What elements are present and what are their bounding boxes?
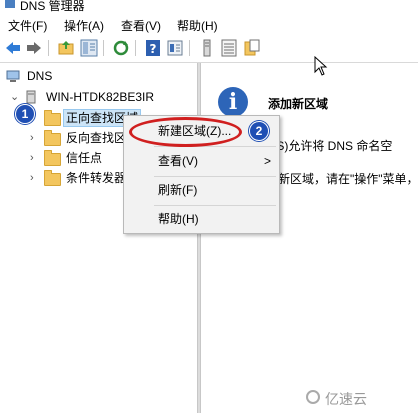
menu-action[interactable]: 操作(A): [64, 17, 104, 34]
back-icon[interactable]: [4, 39, 22, 57]
dns-app-icon: [5, 0, 15, 8]
export-icon[interactable]: [243, 39, 261, 57]
folder-icon: [44, 170, 61, 186]
menu-help[interactable]: 帮助(H): [177, 17, 218, 34]
tree-label-trust-points: 信任点: [66, 151, 103, 165]
folder-icon: [44, 150, 61, 166]
show-tree-icon[interactable]: [80, 39, 98, 57]
properties-icon[interactable]: [166, 39, 184, 57]
help-icon[interactable]: ?: [144, 39, 162, 57]
tree-label-server: WIN-HTDK82BE3IR: [46, 90, 155, 104]
svg-text:?: ?: [150, 42, 157, 56]
detail-heading: 添加新区域: [268, 97, 329, 111]
ctx-refresh[interactable]: 刷新(F): [124, 179, 279, 201]
ctx-help-label: 帮助(H): [158, 212, 199, 226]
server-icon: [26, 90, 36, 104]
folder-icon: [44, 130, 61, 146]
ctx-view-label: 查看(V): [158, 154, 198, 168]
ctx-view[interactable]: 查看(V) >: [124, 150, 279, 172]
menu-file[interactable]: 文件(F): [8, 17, 47, 34]
watermark-logo-icon: [306, 390, 320, 404]
mouse-cursor-icon: [314, 56, 328, 76]
refresh-icon[interactable]: [112, 39, 130, 57]
info-icon: i: [218, 87, 248, 117]
list-icon[interactable]: [220, 39, 238, 57]
menu-bar: 文件(F) 操作(A) 查看(V) 帮助(H): [0, 14, 418, 35]
toolbar: ?: [0, 35, 418, 63]
forward-icon[interactable]: [25, 39, 43, 57]
server-icon[interactable]: [198, 39, 216, 57]
folder-icon: [44, 110, 61, 126]
window-title: DNS 管理器: [20, 0, 85, 13]
watermark-text: 亿速云: [325, 391, 367, 407]
up-folder-icon[interactable]: [57, 39, 75, 57]
detail-text-line2: 新区域，请在"操作"菜单，: [278, 172, 418, 186]
tree-label-conditional-forwarders: 条件转发器: [66, 171, 127, 185]
ctx-refresh-label: 刷新(F): [158, 183, 198, 197]
submenu-arrow-icon: >: [264, 154, 272, 168]
step-badge-2: 2: [249, 121, 269, 141]
highlight-ellipse: [129, 117, 242, 147]
chevron-down-icon[interactable]: ⌄: [10, 88, 19, 106]
step-badge-1: 1: [15, 104, 35, 124]
title-bar: DNS 管理器: [0, 0, 418, 14]
chevron-right-icon[interactable]: ›: [30, 149, 34, 167]
menu-view[interactable]: 查看(V): [121, 17, 161, 34]
dns-computer-icon: [6, 70, 20, 82]
ctx-help[interactable]: 帮助(H): [124, 208, 279, 230]
chevron-right-icon[interactable]: ›: [30, 169, 34, 187]
chevron-right-icon[interactable]: ›: [30, 129, 34, 147]
tree-label-dns: DNS: [27, 69, 53, 83]
